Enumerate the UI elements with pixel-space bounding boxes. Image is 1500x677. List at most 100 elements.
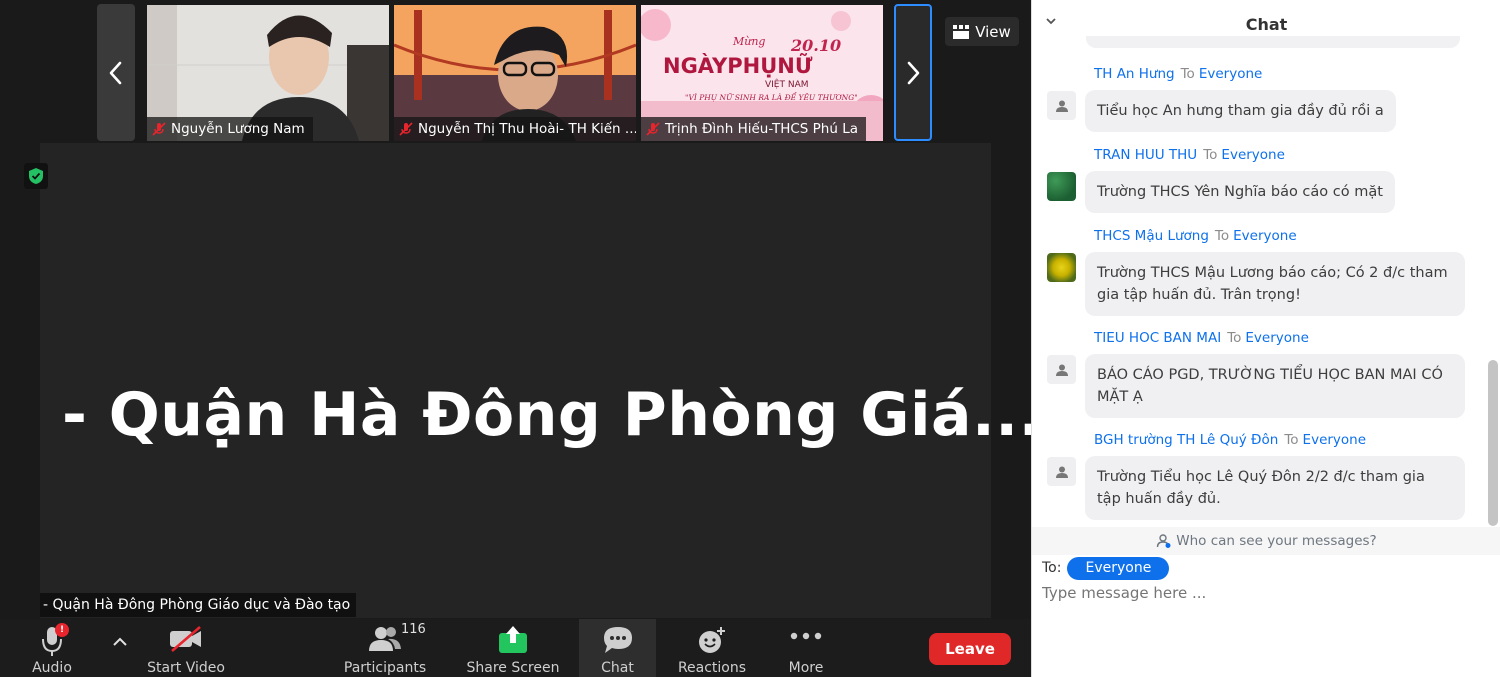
chevron-right-icon [907, 61, 920, 84]
smiley-plus-icon [699, 627, 725, 653]
to-word: To [1227, 330, 1242, 346]
message-bubble: Tiểu học An hưng tham gia đầy đủ rồi a [1085, 90, 1396, 132]
participant-video-tile[interactable]: 20.10 Mừng NGÀYPHỤNỮ VIỆT NAM "VÌ PHỤ NỮ… [641, 5, 883, 141]
recipient-name: Everyone [1198, 66, 1263, 82]
sender-name[interactable]: TH An Hưng [1094, 66, 1175, 82]
participants-button[interactable]: 116 Participants [335, 619, 435, 677]
message-bubble: Trường THCS Yên Nghĩa báo cáo có mặt [1085, 171, 1395, 213]
previous-page-button[interactable] [97, 4, 135, 141]
avatar [1047, 355, 1076, 384]
message-sender-line: BGH trường TH Lê Quý Đôn To Everyone [1094, 432, 1366, 448]
more-button[interactable]: More [776, 619, 836, 677]
message-bubble: Trường Tiểu học Lê Quý Đôn 2/2 đ/c tham … [1085, 456, 1465, 520]
previous-message-bubble [1086, 36, 1460, 48]
participants-icon [369, 627, 401, 651]
banner-sub-text: VIỆT NAM [765, 78, 809, 90]
meeting-toolbar: ! Audio Start Video 116 Participants Sha… [0, 619, 1031, 677]
who-can-see-link[interactable]: Who can see your messages? [1032, 527, 1500, 555]
who-can-see-text: Who can see your messages? [1176, 533, 1377, 549]
participant-name-label: Trịnh Đình Hiếu-THCS Phú La [641, 117, 867, 141]
message-sender-line: TIEU HOC BAN MAI To Everyone [1094, 330, 1309, 346]
avatar [1047, 253, 1076, 282]
participant-name-label: Nguyễn Lương Nam [147, 117, 313, 141]
participant-count: 116 [401, 622, 426, 637]
chat-bubble-icon [603, 627, 632, 653]
participants-label: Participants [343, 660, 427, 676]
more-label: More [788, 660, 824, 676]
chevron-left-icon [109, 61, 122, 84]
zoom-window: Nguyễn Lương Nam Nguyễn Thị Thu Hoài- TH… [0, 0, 1500, 677]
sender-name[interactable]: THCS Mậu Lương [1094, 228, 1209, 244]
muted-mic-icon [646, 122, 660, 136]
message-sender-line: TH An Hưng To Everyone [1094, 66, 1262, 82]
share-screen-label: Share Screen [466, 660, 560, 676]
user-icon [1055, 100, 1068, 112]
audio-button[interactable]: ! Audio [22, 619, 82, 677]
active-speaker-name: - Quận Hà Đông Phòng Giá... [62, 380, 1042, 450]
sender-name[interactable]: TIEU HOC BAN MAI [1094, 330, 1221, 346]
recipient-name: Everyone [1245, 330, 1309, 346]
grid-icon [953, 24, 970, 39]
share-screen-button[interactable]: Share Screen [462, 619, 564, 677]
user-icon [1055, 364, 1068, 376]
banner-slogan-text: "VÌ PHỤ NỮ SINH RA LÀ ĐỂ YÊU THƯƠNG" [685, 92, 858, 102]
chat-label: Chat [601, 660, 634, 676]
security-shield-icon [24, 163, 48, 189]
shield-icon [29, 168, 43, 184]
audio-options-button[interactable] [108, 619, 132, 677]
participant-video-tile[interactable]: Nguyễn Lương Nam [147, 5, 389, 141]
message-bubble: Trường THCS Mậu Lương báo cáo; Có 2 đ/c … [1085, 252, 1465, 316]
chat-title: Chat [1245, 15, 1288, 34]
chat-message-input[interactable] [1042, 582, 1482, 604]
to-word: To [1180, 66, 1195, 82]
chat-message-list[interactable]: TH An Hưng To Everyone Tiểu học An hưng th… [1032, 48, 1500, 526]
meeting-area: Nguyễn Lương Nam Nguyễn Thị Thu Hoài- TH… [0, 0, 1041, 677]
more-dots-icon [790, 632, 822, 640]
next-page-button[interactable] [894, 4, 932, 141]
reactions-button[interactable]: Reactions [672, 619, 752, 677]
muted-mic-icon [152, 122, 166, 136]
muted-mic-icon [399, 122, 413, 136]
avatar [1047, 457, 1076, 486]
leave-button[interactable]: Leave [929, 633, 1011, 665]
recipient-row: To: Everyone [1042, 556, 1170, 580]
view-button[interactable]: View [945, 17, 1019, 46]
to-label: To: [1042, 560, 1062, 576]
reactions-label: Reactions [677, 660, 747, 676]
recipient-name: Everyone [1221, 147, 1285, 163]
message-sender-line: TRAN HUU THU To Everyone [1094, 147, 1285, 163]
audio-warning-badge: ! [55, 623, 69, 637]
chat-scrollbar[interactable] [1488, 360, 1498, 526]
sender-name[interactable]: BGH trường TH Lê Quý Đôn [1094, 432, 1278, 448]
chevron-up-icon [113, 637, 127, 646]
recipient-name: Everyone [1302, 432, 1367, 448]
audio-label: Audio [32, 660, 72, 676]
participant-name-label: Nguyễn Thị Thu Hoài- TH Kiến ... [394, 117, 636, 141]
chat-button[interactable]: Chat [579, 619, 656, 677]
avatar [1047, 91, 1076, 120]
share-screen-icon [499, 626, 527, 653]
to-word: To [1284, 432, 1299, 448]
participant-name: Nguyễn Thị Thu Hoài- TH Kiến ... [418, 121, 636, 137]
participant-name: Nguyễn Lương Nam [171, 121, 305, 137]
to-word: To [1214, 228, 1230, 244]
recipient-select[interactable]: Everyone [1067, 556, 1170, 580]
banner-main-text: NGÀYPHỤNỮ [663, 53, 813, 78]
start-video-label: Start Video [147, 660, 225, 676]
view-button-label: View [975, 22, 1011, 41]
to-word: To [1203, 147, 1218, 163]
active-speaker-label: - Quận Hà Đông Phòng Giáo dục và Đào tạo [40, 593, 357, 617]
participant-name: Trịnh Đình Hiếu-THCS Phú La [665, 121, 859, 137]
user-visibility-icon [1157, 534, 1171, 548]
message-bubble: BÁO CÁO PGD, TRƯỜNG TIỂU HỌC BAN MAI CÓ … [1085, 354, 1465, 418]
start-video-button[interactable]: Start Video [140, 619, 232, 677]
user-icon [1055, 466, 1068, 478]
banner-script-text: Mừng [732, 35, 765, 48]
sender-name[interactable]: TRAN HUU THU [1094, 147, 1197, 163]
message-sender-line: THCS Mậu Lương To Everyone [1094, 228, 1297, 244]
chat-panel: Chat TH An Hưng To Everyone Tiểu học An hư… [1031, 0, 1500, 677]
banner-date-text: 20.10 [790, 36, 841, 55]
video-off-icon [170, 626, 201, 652]
recipient-name: Everyone [1233, 228, 1297, 244]
participant-video-tile[interactable]: Nguyễn Thị Thu Hoài- TH Kiến ... [394, 5, 636, 141]
